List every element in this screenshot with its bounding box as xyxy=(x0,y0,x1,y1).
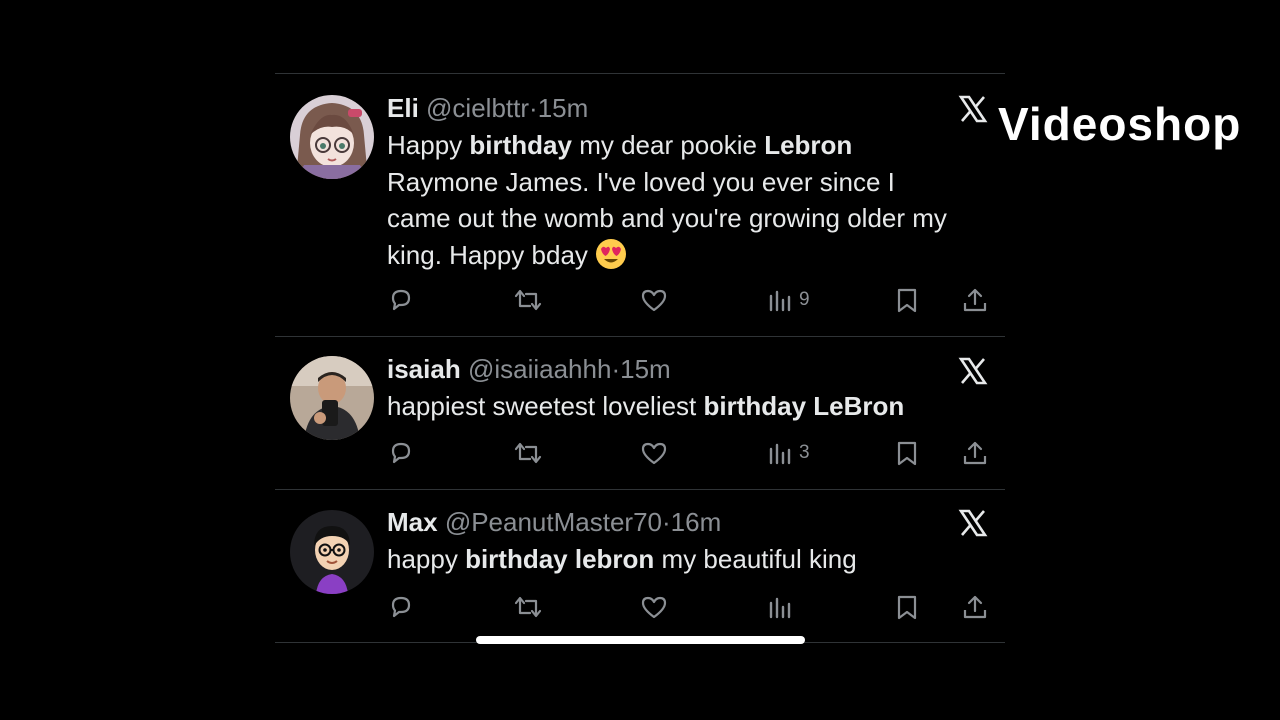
text-segment: Happy xyxy=(387,130,470,160)
text-segment-bold: birthday LeBron xyxy=(703,391,905,421)
tweet-header: Max @PeanutMaster70·16m xyxy=(387,507,987,537)
heart-icon xyxy=(641,289,667,312)
x-logo-icon xyxy=(958,356,988,386)
separator-dot: · xyxy=(662,507,671,537)
heart-icon xyxy=(641,596,667,619)
tweet[interactable]: Max @PeanutMaster70·16m happy birthday l… xyxy=(275,490,1005,642)
separator-dot: · xyxy=(529,93,538,123)
views-count: 9 xyxy=(799,289,810,310)
user-handle[interactable]: @cielbttr xyxy=(426,93,529,123)
bookmark-button[interactable] xyxy=(894,592,920,622)
reply-button[interactable] xyxy=(387,285,415,315)
share-icon xyxy=(963,288,987,312)
x-logo-icon xyxy=(958,94,988,124)
tweet-header: isaiah @isaiiaahhh·15m xyxy=(387,354,987,384)
avatar[interactable] xyxy=(290,356,374,440)
tweet-actions: 9 xyxy=(387,285,992,315)
tweet[interactable]: Eli @cielbttr·15m Happy birthday my dear… xyxy=(275,74,1005,336)
retweet-button[interactable] xyxy=(512,285,544,315)
views-button[interactable]: 9 xyxy=(767,285,810,315)
share-icon xyxy=(963,441,987,465)
retweet-icon xyxy=(514,442,542,464)
user-handle[interactable]: @PeanutMaster70 xyxy=(445,507,662,537)
text-segment-bold: birthday xyxy=(469,130,572,160)
display-name[interactable]: isaiah xyxy=(387,354,461,384)
reply-icon xyxy=(391,596,411,618)
reply-button[interactable] xyxy=(387,438,415,468)
text-segment: Raymone James. I've loved you ever since… xyxy=(387,166,947,270)
bookmark-icon xyxy=(897,595,917,620)
reply-icon xyxy=(391,442,411,464)
display-name[interactable]: Eli xyxy=(387,93,419,123)
like-button[interactable] xyxy=(639,285,669,315)
text-segment: my beautiful king xyxy=(654,544,857,574)
tweet-text: happy birthday lebron my beautiful king xyxy=(387,541,987,578)
tweet-feed: Eli @cielbttr·15m Happy birthday my dear… xyxy=(275,73,1005,643)
share-icon xyxy=(963,595,987,619)
views-chart-icon xyxy=(769,597,791,619)
like-button[interactable] xyxy=(639,438,669,468)
share-button[interactable] xyxy=(961,592,989,622)
retweet-button[interactable] xyxy=(512,592,544,622)
views-chart-icon xyxy=(769,443,791,465)
home-indicator[interactable] xyxy=(476,636,805,644)
text-segment-bold: Lebron xyxy=(764,130,853,160)
reply-button[interactable] xyxy=(387,592,415,622)
tweet[interactable]: isaiah @isaiiaahhh·15m happiest sweetest… xyxy=(275,337,1005,489)
tweet-actions: 3 xyxy=(387,438,992,468)
views-button[interactable]: 3 xyxy=(767,438,810,468)
heart-icon xyxy=(641,442,667,465)
tweet-text: happiest sweetest loveliest birthday LeB… xyxy=(387,388,987,425)
timestamp[interactable]: 16m xyxy=(671,507,722,537)
x-logo-icon xyxy=(958,508,988,538)
timestamp[interactable]: 15m xyxy=(538,93,589,123)
user-handle[interactable]: @isaiiaahhh xyxy=(468,354,611,384)
retweet-button[interactable] xyxy=(512,438,544,468)
videoshop-watermark: Videoshop xyxy=(998,98,1242,150)
avatar[interactable] xyxy=(290,510,374,594)
bookmark-button[interactable] xyxy=(894,285,920,315)
retweet-icon xyxy=(514,596,542,618)
text-segment-bold: birthday lebron xyxy=(465,544,655,574)
tweet-actions xyxy=(387,592,992,622)
heart-eyes-emoji xyxy=(595,238,627,270)
reply-icon xyxy=(391,289,411,311)
bookmark-icon xyxy=(897,441,917,466)
bookmark-icon xyxy=(897,288,917,313)
avatar[interactable] xyxy=(290,95,374,179)
text-segment: happiest sweetest loveliest xyxy=(387,391,704,421)
text-segment: happy xyxy=(387,544,466,574)
views-count: 3 xyxy=(799,442,810,463)
text-segment: my dear pookie xyxy=(571,130,765,160)
views-button[interactable] xyxy=(767,592,793,622)
views-chart-icon xyxy=(769,290,791,312)
tweet-text: Happy birthday my dear pookie Lebron Ray… xyxy=(387,127,962,273)
display-name[interactable]: Max xyxy=(387,507,438,537)
tweet-header: Eli @cielbttr·15m xyxy=(387,93,987,123)
share-button[interactable] xyxy=(961,438,989,468)
bookmark-button[interactable] xyxy=(894,438,920,468)
separator-dot: · xyxy=(611,354,621,384)
share-button[interactable] xyxy=(961,285,989,315)
retweet-icon xyxy=(514,289,542,311)
timestamp[interactable]: 15m xyxy=(620,354,671,384)
video-frame: Eli @cielbttr·15m Happy birthday my dear… xyxy=(0,0,1280,720)
like-button[interactable] xyxy=(639,592,669,622)
